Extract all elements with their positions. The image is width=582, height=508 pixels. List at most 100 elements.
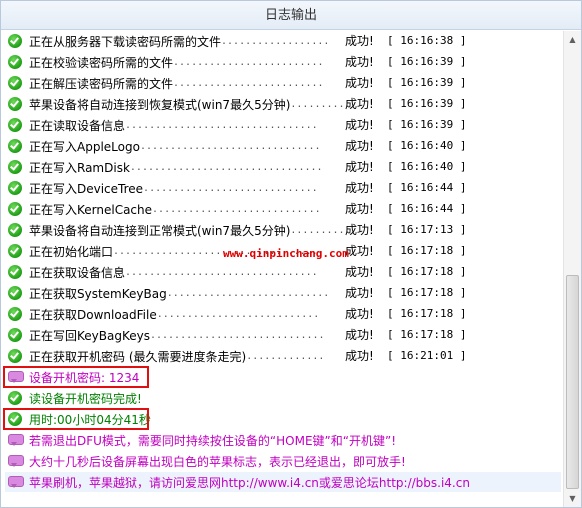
check-circle-icon [8,181,22,195]
check-circle-icon [8,244,22,258]
log-timestamp: [ 16:17:18 ] [387,307,467,320]
check-circle-icon [8,55,22,69]
log-dots: ............................ [152,203,321,215]
log-dots: .......... [290,224,351,236]
check-circle-icon [8,139,22,153]
log-dots: ............................. [143,182,318,194]
log-timestamp: [ 16:21:01 ] [387,349,467,362]
log-row: 正在写入KernelCache.........................… [5,199,561,219]
vertical-scrollbar[interactable]: ▲ ▼ [563,31,581,507]
window-title: 日志输出 [1,1,581,30]
log-message: 正在初始化端口 [29,244,114,259]
log-message: 正在校验读密码所需的文件 [29,55,174,70]
log-timestamp: [ 16:16:39 ] [387,55,467,68]
log-timestamp: [ 16:17:18 ] [387,328,467,341]
check-circle-icon [8,223,22,237]
log-timestamp: [ 16:16:40 ] [387,139,467,152]
log-row: 正在写回KeyBagKeys..........................… [5,325,561,345]
check-circle-icon [8,286,22,300]
log-status: 成功! [345,55,374,69]
log-dots: .................. [221,35,330,47]
log-row: 苹果设备将自动连接到正常模式(win7最久5分钟).......... 成功! [ … [5,220,561,240]
log-dots: ........................... [166,287,330,299]
check-circle-icon [8,160,22,174]
log-message: 正在获取SystemKeyBag [29,286,167,301]
apple-logo-tip-row: 大约十几秒后设备屏幕出现白色的苹果标志，表示已经退出，即可放手! [5,451,561,471]
log-message: 正在从服务器下载读密码所需的文件 [29,34,222,49]
log-dots: .......... [290,98,351,110]
log-status: 成功! [345,328,374,342]
log-row: 苹果设备将自动连接到恢复模式(win7最久5分钟).......... 成功! [ … [5,94,561,114]
log-status: 成功! [345,139,374,153]
log-status: 成功! [345,118,374,132]
log-output-window: 日志输出 正在从服务器下载读密码所需的文件.................. 成… [0,0,582,508]
check-circle-icon [8,328,22,342]
speech-bubble-icon [8,476,24,488]
log-timestamp: [ 16:16:44 ] [387,202,467,215]
log-message: 若需退出DFU模式，需要同时持续按住设备的“HOME键”和“开机键”! [29,433,397,448]
log-row: 正在获取DownloadFile........................… [5,304,561,324]
speech-bubble-icon [8,455,24,467]
scroll-up-arrow-icon[interactable]: ▲ [564,31,581,48]
log-row: 正在获取开机密码 (最久需要进度条走完)............. 成功! [ 16… [5,346,561,366]
log-message: 正在写入RamDisk [29,160,130,175]
log-status: 成功! [345,160,374,174]
log-status: 成功! [345,307,374,321]
log-message: 苹果刷机，苹果越狱，请访问爱思网http://www.i4.cn或爱思论坛htt… [29,475,470,490]
log-timestamp: [ 16:17:18 ] [387,244,467,257]
log-dots: ................................ [125,266,318,278]
log-row: 正在获取SystemKeyBag........................… [5,283,561,303]
log-dots: ............. [246,350,325,362]
log-timestamp: [ 16:17:13 ] [387,223,467,236]
log-status: 成功! [345,76,374,90]
log-timestamp: [ 16:16:39 ] [387,76,467,89]
log-row: 正在写入RamDisk.............................… [5,157,561,177]
log-message: 正在写入DeviceTree [29,181,144,196]
log-status: 成功! [345,244,374,258]
log-message: 正在写入AppleLogo [29,139,140,154]
scroll-thumb[interactable] [566,275,579,489]
log-row: 正在获取设备信息................................… [5,262,561,282]
log-dots: ................................ [129,161,323,173]
log-timestamp: [ 16:17:18 ] [387,286,467,299]
log-message: 正在解压读密码所需的文件 [29,76,174,91]
log-status: 成功! [345,349,374,363]
log-timestamp: [ 16:17:18 ] [387,265,467,278]
check-circle-icon [8,202,22,216]
log-dots: ........................... [156,308,320,320]
log-message: 读设备开机密码完成! [29,391,142,406]
log-dots: ............................. [149,329,325,341]
check-circle-icon [8,34,22,48]
password-highlight-box [3,366,149,388]
log-timestamp: [ 16:16:38 ] [387,34,467,47]
log-dots: ......................... [173,56,324,68]
log-status: 成功! [345,223,374,237]
log-row: 正在解压读密码所需的文件......................... 成功!… [5,73,561,93]
watermark-text: www.qinpinchang.com [223,247,349,260]
log-status: 成功! [345,265,374,279]
read-complete-row: 读设备开机密码完成! [5,388,561,408]
check-circle-icon [8,97,22,111]
elapsed-highlight-box [3,408,149,430]
log-message: 正在写入KernelCache [29,202,153,217]
log-row: 正在校验读密码所需的文件......................... 成功!… [5,52,561,72]
log-row: 正在从服务器下载读密码所需的文件.................. 成功! [ 1… [5,31,561,51]
log-message: 正在获取设备信息 [29,265,126,280]
log-message: 正在获取DownloadFile [29,307,157,322]
website-tip-row: 苹果刷机，苹果越狱，请访问爱思网http://www.i4.cn或爱思论坛htt… [5,472,561,492]
log-dots: .............................. [139,140,321,152]
log-dots: ................................ [125,119,318,131]
check-circle-icon [8,118,22,132]
log-message: 正在读取设备信息 [29,118,126,133]
log-row: 正在读取设备信息................................… [5,115,561,135]
log-message: 苹果设备将自动连接到恢复模式(win7最久5分钟) [29,97,291,112]
log-status: 成功! [345,34,374,48]
speech-bubble-icon [8,434,24,446]
scroll-down-arrow-icon[interactable]: ▼ [564,490,581,507]
check-circle-icon [8,265,22,279]
log-timestamp: [ 16:16:44 ] [387,181,467,194]
log-timestamp: [ 16:16:40 ] [387,160,467,173]
log-message: 苹果设备将自动连接到正常模式(win7最久5分钟) [29,223,291,238]
check-circle-icon [8,76,22,90]
log-status: 成功! [345,97,374,111]
